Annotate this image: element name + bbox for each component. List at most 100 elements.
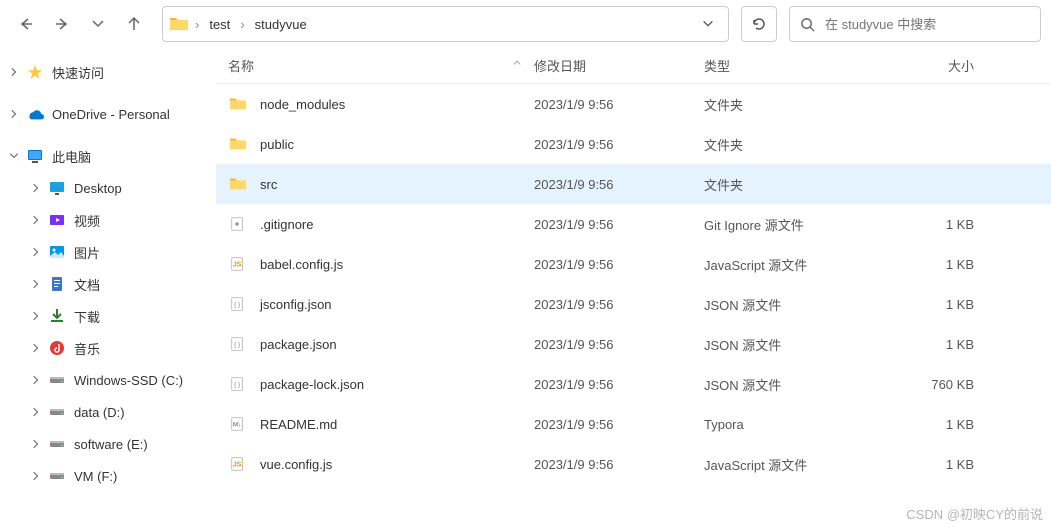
chevron-right-icon[interactable] (28, 180, 44, 196)
js-icon (228, 254, 248, 274)
column-header-name[interactable]: 名称 (228, 56, 534, 75)
file-date: 2023/1/9 9:56 (534, 97, 704, 112)
sidebar-item-documents[interactable]: 文档 (0, 268, 216, 300)
chevron-right-icon: › (240, 17, 244, 32)
file-date: 2023/1/9 9:56 (534, 337, 704, 352)
sidebar-item-label: VM (F:) (74, 469, 216, 484)
sidebar-item-pictures[interactable]: 图片 (0, 236, 216, 268)
sidebar-item-label: 图片 (74, 243, 216, 262)
folder-icon (228, 134, 248, 154)
chevron-right-icon: › (195, 17, 199, 32)
file-type: 文件夹 (704, 95, 904, 114)
drive-icon (48, 467, 66, 485)
sidebar-item-videos[interactable]: 视频 (0, 204, 216, 236)
chevron-right-icon[interactable] (28, 212, 44, 228)
sidebar-item-music[interactable]: 音乐 (0, 332, 216, 364)
recent-dropdown-button[interactable] (82, 8, 114, 40)
file-row[interactable]: vue.config.js2023/1/9 9:56JavaScript 源文件… (216, 444, 1051, 484)
column-header-label: 修改日期 (534, 59, 586, 74)
file-pane: 名称 修改日期 类型 大小 node_modules2023/1/9 9:56文… (216, 48, 1051, 527)
toolbar: › test › studyvue (0, 0, 1051, 48)
file-row[interactable]: package.json2023/1/9 9:56JSON 源文件1 KB (216, 324, 1051, 364)
drive-icon (48, 435, 66, 453)
sidebar-item-drive-e[interactable]: software (E:) (0, 428, 216, 460)
file-row[interactable]: package-lock.json2023/1/9 9:56JSON 源文件76… (216, 364, 1051, 404)
chevron-right-icon[interactable] (28, 404, 44, 420)
file-name: node_modules (260, 97, 345, 112)
sidebar-item-label: 视频 (74, 211, 216, 230)
file-date: 2023/1/9 9:56 (534, 137, 704, 152)
file-size: 1 KB (904, 257, 994, 272)
sidebar-item-drive-f[interactable]: VM (F:) (0, 460, 216, 492)
chevron-right-icon[interactable] (6, 64, 22, 80)
search-input[interactable] (825, 17, 1030, 32)
sidebar-item-label: OneDrive - Personal (52, 107, 216, 122)
sidebar-item-label: Desktop (74, 181, 216, 196)
drive-icon (48, 403, 66, 421)
file-date: 2023/1/9 9:56 (534, 377, 704, 392)
chevron-right-icon[interactable] (28, 244, 44, 260)
column-header-label: 名称 (228, 56, 254, 75)
file-row[interactable]: src2023/1/9 9:56文件夹 (216, 164, 1051, 204)
file-row[interactable]: README.md2023/1/9 9:56Typora1 KB (216, 404, 1051, 444)
breadcrumb-item[interactable]: studyvue (249, 13, 313, 36)
chevron-right-icon[interactable] (28, 436, 44, 452)
sidebar: 快速访问 OneDrive - Personal 此电脑 Desktop 视频 (0, 48, 216, 527)
chevron-down-icon[interactable] (6, 148, 22, 164)
js-icon (228, 454, 248, 474)
column-header-type[interactable]: 类型 (704, 56, 904, 75)
column-header-size[interactable]: 大小 (904, 56, 994, 75)
md-icon (228, 414, 248, 434)
address-bar[interactable]: › test › studyvue (162, 6, 729, 42)
file-name: README.md (260, 417, 337, 432)
chevron-right-icon[interactable] (28, 340, 44, 356)
file-row[interactable]: babel.config.js2023/1/9 9:56JavaScript 源… (216, 244, 1051, 284)
column-header-date[interactable]: 修改日期 (534, 56, 704, 75)
search-icon (800, 17, 815, 32)
file-size: 1 KB (904, 217, 994, 232)
sidebar-item-drive-d[interactable]: data (D:) (0, 396, 216, 428)
forward-button[interactable] (46, 8, 78, 40)
refresh-button[interactable] (741, 6, 777, 42)
git-icon (228, 214, 248, 234)
video-icon (48, 211, 66, 229)
file-name: babel.config.js (260, 257, 343, 272)
sidebar-item-drive-c[interactable]: Windows-SSD (C:) (0, 364, 216, 396)
documents-icon (48, 275, 66, 293)
file-type: 文件夹 (704, 135, 904, 154)
sidebar-item-quick-access[interactable]: 快速访问 (0, 56, 216, 88)
file-list: node_modules2023/1/9 9:56文件夹public2023/1… (216, 84, 1051, 484)
chevron-right-icon[interactable] (28, 468, 44, 484)
sidebar-item-desktop[interactable]: Desktop (0, 172, 216, 204)
sidebar-item-this-pc[interactable]: 此电脑 (0, 140, 216, 172)
sidebar-item-onedrive[interactable]: OneDrive - Personal (0, 98, 216, 130)
folder-icon (228, 94, 248, 114)
file-type: JavaScript 源文件 (704, 455, 904, 474)
file-row[interactable]: public 2023/1/9 9:56文件夹 (216, 124, 1051, 164)
chevron-right-icon[interactable] (6, 106, 22, 122)
file-date: 2023/1/9 9:56 (534, 217, 704, 232)
file-row[interactable]: .gitignore2023/1/9 9:56Git Ignore 源文件1 K… (216, 204, 1051, 244)
file-name: public (260, 137, 294, 152)
search-box[interactable] (789, 6, 1041, 42)
file-date: 2023/1/9 9:56 (534, 457, 704, 472)
file-name: jsconfig.json (260, 297, 332, 312)
chevron-right-icon[interactable] (28, 276, 44, 292)
sidebar-item-downloads[interactable]: 下载 (0, 300, 216, 332)
chevron-right-icon[interactable] (28, 372, 44, 388)
column-header-label: 大小 (948, 59, 974, 74)
up-button[interactable] (118, 8, 150, 40)
back-button[interactable] (10, 8, 42, 40)
address-dropdown-button[interactable] (694, 10, 722, 38)
file-row[interactable]: jsconfig.json2023/1/9 9:56JSON 源文件1 KB (216, 284, 1051, 324)
sidebar-item-label: software (E:) (74, 437, 216, 452)
sidebar-item-label: 下载 (74, 307, 216, 326)
download-icon (48, 307, 66, 325)
desktop-icon (48, 179, 66, 197)
file-size: 760 KB (904, 377, 994, 392)
file-row[interactable]: node_modules 2023/1/9 9:56文件夹 (216, 84, 1051, 124)
breadcrumb-item[interactable]: test (203, 13, 236, 36)
sidebar-item-label: 音乐 (74, 339, 216, 358)
chevron-right-icon[interactable] (28, 308, 44, 324)
breadcrumb: › test › studyvue (195, 13, 694, 36)
